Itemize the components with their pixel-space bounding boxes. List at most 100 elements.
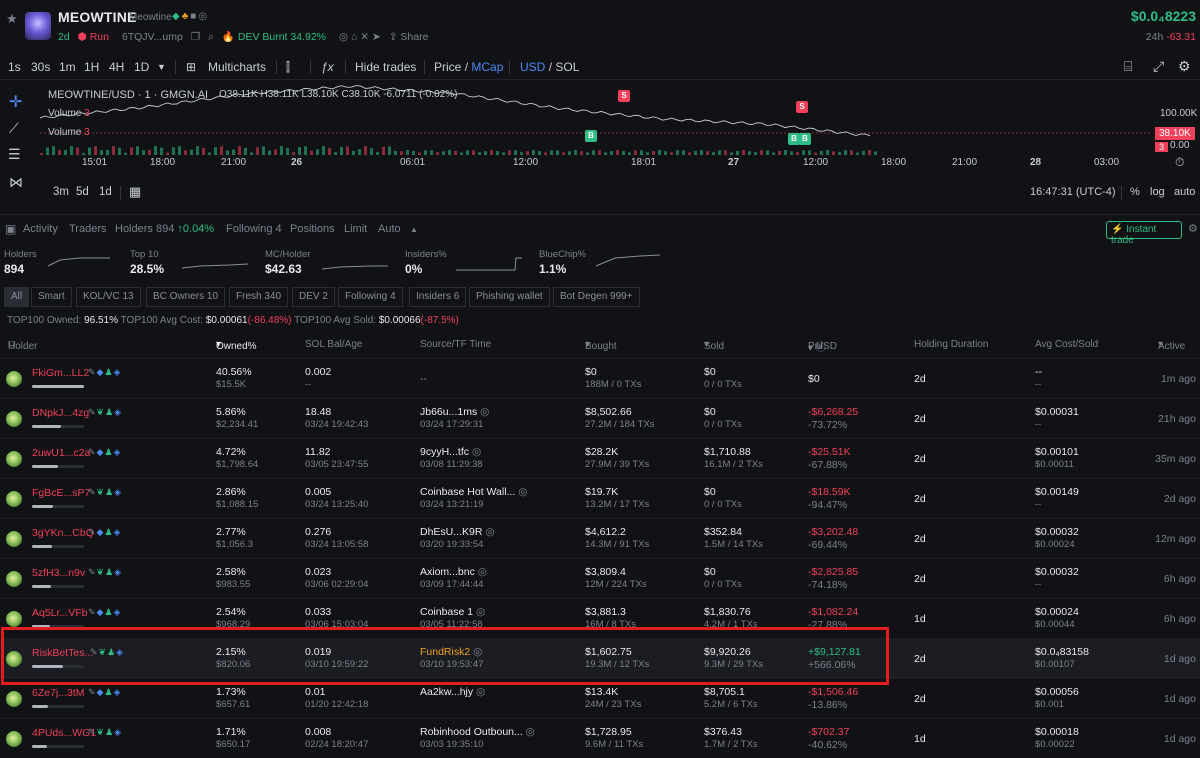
settings-icon[interactable]: ⚙ [1188, 222, 1198, 235]
volume-bar [250, 152, 253, 155]
table-row[interactable]: 5zfH3...n9v ✎❦♟◈ 2.58% $983.55 0.023 03/06 02… [0, 558, 1200, 598]
owned-pct: 2.77% [216, 526, 246, 538]
funding-source[interactable]: Jb66u...1ms ◎ [420, 406, 489, 418]
sell-marker[interactable]: S [618, 90, 630, 102]
buy-marker[interactable]: B [799, 133, 811, 145]
tf-4h[interactable]: 4H [109, 60, 124, 74]
instant-trade-button[interactable]: ⚡ Instant trade [1106, 221, 1182, 246]
token-address[interactable]: 6TQJV...ump [122, 31, 183, 43]
filter-all[interactable]: All [4, 287, 30, 307]
holder-tag-icons: ✎❦♟◈ [88, 727, 123, 737]
search-icon[interactable]: ⌕ [208, 31, 214, 43]
tab-holders[interactable]: Holders 894 ↑0.04% [115, 223, 214, 235]
tf-1m[interactable]: 1m [59, 60, 76, 74]
col-source[interactable]: Source/TF Time [420, 339, 491, 350]
funding-source[interactable]: Axiom...bnc ◎ [420, 566, 487, 578]
candle-type-icon[interactable]: ⫿ [286, 60, 290, 75]
tab-traders[interactable]: Traders [69, 223, 107, 235]
last-active: 2d ago [1163, 493, 1196, 505]
filter-bc-owners[interactable]: BC Owners 10 [146, 287, 226, 307]
star-icon[interactable]: ★ [6, 11, 18, 27]
multicharts-button[interactable]: Multicharts [208, 60, 266, 74]
settings-gear-icon[interactable]: ⚙ [1178, 58, 1191, 75]
time-settings-icon[interactable]: ⏱ [1175, 155, 1184, 170]
col-sol-bal[interactable]: SOL Bal/Age [305, 339, 362, 350]
filter-bot-degen[interactable]: Bot Degen 999+ [553, 287, 640, 307]
tf-1h[interactable]: 1H [84, 60, 99, 74]
col-avg-cost[interactable]: Avg Cost/Sold [1035, 339, 1098, 350]
copy-icon[interactable]: ❐ [191, 31, 200, 43]
col-pnl[interactable]: Pnl ▾ USD ⓢ [808, 339, 837, 354]
buy-marker[interactable]: B [585, 130, 597, 142]
holder-address[interactable]: 4PUds...WG1 [32, 727, 96, 739]
funding-source[interactable]: -- [420, 373, 427, 385]
range-1d[interactable]: 1d [99, 186, 112, 198]
crosshair-icon[interactable]: ✛ [9, 92, 22, 112]
percent-toggle[interactable]: % [1130, 186, 1140, 198]
tf-1s[interactable]: 1s [8, 60, 21, 74]
funding-source[interactable]: Coinbase Hot Wall... ◎ [420, 486, 527, 498]
funding-source[interactable]: Aa2kw...hjy ◎ [420, 686, 485, 698]
tf-30s[interactable]: 30s [31, 60, 50, 74]
filter-smart[interactable]: Smart [31, 287, 72, 307]
range-5d[interactable]: 5d [76, 186, 89, 198]
funding-source[interactable]: 9cyyH...tfc ◎ [420, 446, 481, 458]
tab-limit[interactable]: Limit [344, 223, 367, 235]
range-3m[interactable]: 3m [53, 186, 69, 198]
table-row[interactable]: FgBcE...sP7 ✎❦♟◈ 2.86% $1,088.15 0.005 03/24 … [0, 478, 1200, 518]
col-bought[interactable]: Bought ▾ [585, 339, 617, 352]
fullscreen-icon[interactable]: ⤢ [1153, 58, 1164, 75]
holder-address[interactable]: 5zfH3...n9v [32, 567, 85, 579]
tab-activity[interactable]: Activity [23, 223, 58, 235]
filter-kol[interactable]: KOL/VC 13 [76, 287, 141, 307]
col-holding-duration[interactable]: Holding Duration [914, 339, 989, 350]
chevron-up-icon[interactable]: ▲ [410, 225, 418, 234]
price-toggle[interactable]: Price / MCap [434, 60, 503, 74]
filter-insiders[interactable]: Insiders 6 [409, 287, 467, 307]
holder-address[interactable]: 6Ze7j...3tM [32, 687, 85, 699]
auto-toggle[interactable]: auto [1174, 186, 1195, 198]
indicators-icon[interactable]: ƒx [321, 60, 334, 74]
filter-fresh[interactable]: Fresh 340 [229, 287, 289, 307]
source-icon: ◎ [525, 726, 535, 738]
holder-address[interactable]: 3gYKn...CbQ [32, 527, 94, 539]
log-toggle[interactable]: log [1150, 186, 1165, 198]
filter-phishing[interactable]: Phishing wallet [469, 287, 550, 307]
fib-icon[interactable]: ☰ [8, 146, 21, 163]
camera-icon[interactable]: ⌸ [1124, 58, 1132, 75]
holder-address[interactable]: FkiGm...LL2 [32, 367, 89, 379]
table-row[interactable]: 3gYKn...CbQ ✎◆♟◈ 2.77% $1,056.3 0.276 03/24 1… [0, 518, 1200, 558]
tab-auto[interactable]: Auto [378, 223, 401, 235]
social-icons[interactable]: ◎ ⌂ ✕ ➤ [339, 31, 381, 43]
holder-share-fill [32, 385, 84, 388]
add-icon[interactable]: ⊞ [186, 60, 196, 74]
funding-source[interactable]: Coinbase 1 ◎ [420, 606, 485, 618]
chevron-down-icon[interactable]: ▼ [157, 62, 166, 72]
holder-address[interactable]: Aq5Lr...VFb [32, 607, 87, 619]
funding-source[interactable]: DhEsU...K9R ◎ [420, 526, 495, 538]
chart-legend-title: MEOWTINE/USD · 1 · GMGN.AI [48, 89, 209, 101]
calendar-icon[interactable]: ▦ [129, 184, 141, 200]
hide-trades-button[interactable]: Hide trades [355, 60, 416, 74]
filter-dev[interactable]: DEV 2 [292, 287, 335, 307]
col-owned[interactable]: Owned% ▾ [216, 339, 257, 352]
panel-toggle-icon[interactable]: ▣ [5, 222, 16, 236]
table-row[interactable]: DNpkJ...4zg ✎❦♟◈ 5.86% $2,234.41 18.48 03/24 … [0, 398, 1200, 438]
table-row[interactable]: FkiGm...LL2 ✎◆♟◈ 40.56% $15.5K 0.002 -- -- $0 18… [0, 358, 1200, 398]
currency-toggle[interactable]: USD / SOL [520, 60, 579, 74]
holder-address[interactable]: FgBcE...sP7 [32, 487, 90, 499]
table-row[interactable]: 4PUds...WG1 ✎❦♟◈ 1.71% $650.17 0.008 02/24 18… [0, 718, 1200, 758]
table-row[interactable]: 2uwU1...c2a ✎◆♟◈ 4.72% $1,798.64 11.82 03/05 … [0, 438, 1200, 478]
tf-1d[interactable]: 1D [134, 60, 149, 74]
col-sold[interactable]: Sold ▾ [704, 339, 724, 352]
holder-address[interactable]: 2uwU1...c2a [32, 447, 90, 459]
tab-positions[interactable]: Positions [290, 223, 335, 235]
tab-following[interactable]: Following 4 [226, 223, 282, 235]
filter-following[interactable]: Following 4 [338, 287, 403, 307]
col-active[interactable]: Active ▾ [1158, 339, 1185, 352]
funding-source[interactable]: Robinhood Outboun... ◎ [420, 726, 535, 738]
share-button[interactable]: ⇪ Share [389, 31, 434, 43]
sell-marker[interactable]: S [796, 101, 808, 113]
trendline-icon[interactable]: ⟋ [9, 120, 19, 137]
holder-address[interactable]: DNpkJ...4zg [32, 407, 89, 419]
